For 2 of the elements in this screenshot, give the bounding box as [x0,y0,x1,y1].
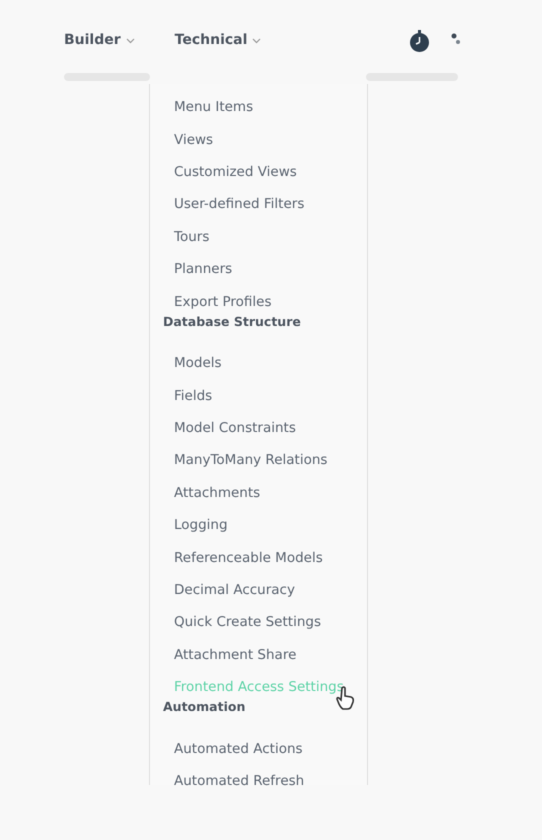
section-heading: Automation [162,700,246,716]
section-heading: Database Structure [162,314,302,331]
